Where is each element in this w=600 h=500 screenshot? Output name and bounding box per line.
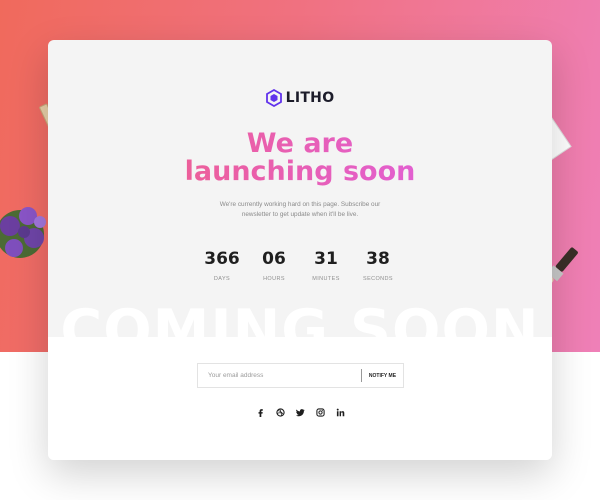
countdown-label: HOURS [263,276,285,282]
linkedin-icon[interactable] [334,406,346,418]
countdown-seconds: 38 SECONDS [354,248,402,282]
countdown-value: 366 [204,249,240,269]
subtitle-line-1: We're currently working hard on this pag… [219,201,381,208]
launch-card: LITHO We are launching soon We're curren… [48,40,552,460]
page-title: We are launching soon [48,130,552,186]
email-input[interactable] [198,365,361,386]
countdown-days: 366 DAYS [198,248,246,282]
instagram-icon[interactable] [314,406,326,418]
logo-cube-icon [265,89,282,107]
headline-line-2: launching soon [184,156,416,187]
countdown-label: SECONDS [363,276,393,282]
notify-me-button[interactable]: NOTIFY ME [362,365,403,386]
facebook-icon[interactable] [254,406,266,418]
coming-soon-banner: COMING SOON [60,298,540,364]
countdown-label: DAYS [213,276,231,282]
countdown-hours: 06 HOURS [250,248,298,282]
countdown-label: MINUTES [312,276,340,282]
countdown-minutes: 31 MINUTES [302,248,350,282]
countdown-value: 06 [262,249,286,269]
subtitle-text: We're currently working hard on this pag… [200,200,400,220]
countdown-value: 38 [366,249,390,269]
headline-line-1: We are [246,128,354,159]
social-links [254,406,346,418]
newsletter-form: NOTIFY ME [197,363,404,388]
subtitle-line-2: newsletter to get update when it'll be l… [241,211,359,218]
countdown-timer: 366 DAYS 06 HOURS 31 MINUTES 38 SECONDS [198,248,402,282]
dribbble-icon[interactable] [274,406,286,418]
brand-logo[interactable]: LITHO [48,89,552,107]
card-top-section [48,40,552,337]
brand-name: LITHO [285,90,335,106]
twitter-icon[interactable] [294,406,306,418]
countdown-value: 31 [314,249,338,269]
